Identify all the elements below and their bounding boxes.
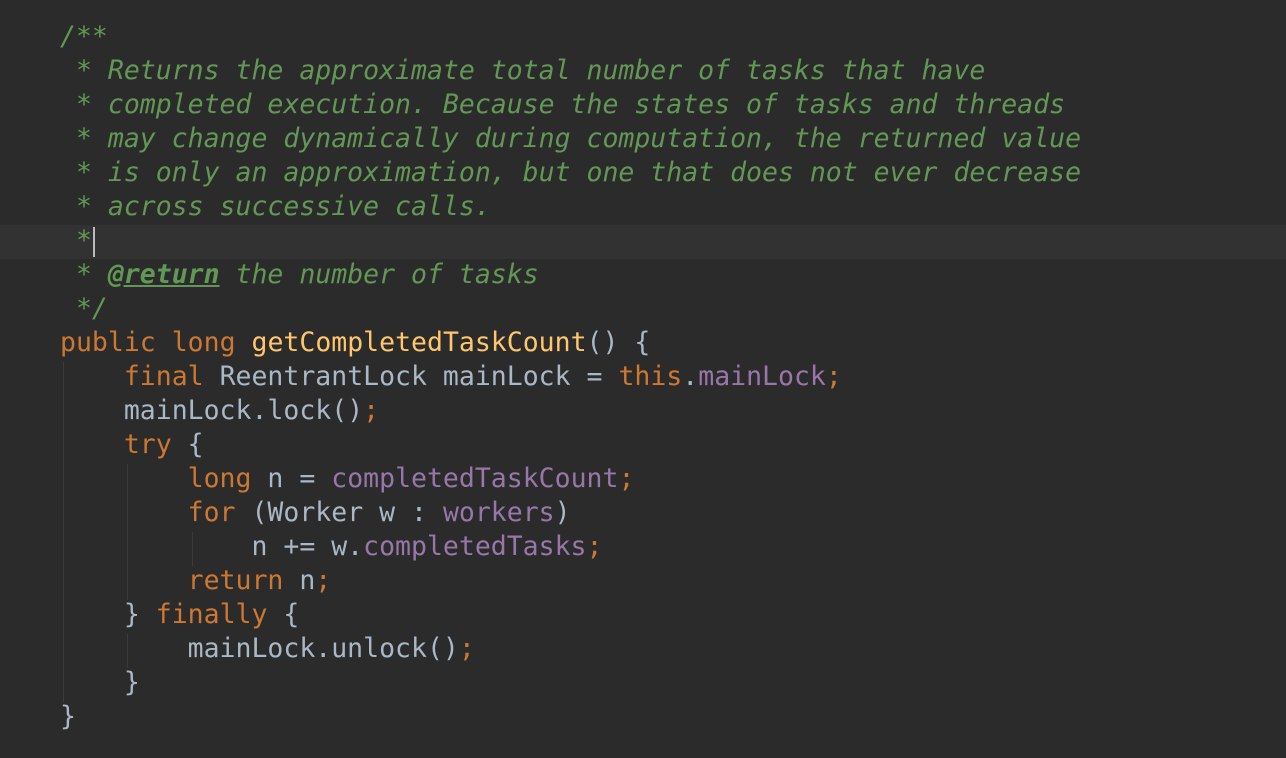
method-signature-rest: () { — [586, 327, 651, 358]
code-brace: } — [60, 701, 76, 732]
semicolon: ; — [458, 633, 475, 664]
semicolon: ; — [363, 395, 380, 426]
code-line: * is only an approximation, but one that… — [60, 156, 1081, 190]
semicolon: ; — [586, 531, 603, 562]
field-completedtasks[interactable]: completedTasks — [363, 531, 586, 562]
field-mainlock[interactable]: mainLock — [698, 361, 826, 392]
code-text: n — [283, 565, 316, 596]
code-text: (Worker w : — [235, 497, 443, 528]
keyword-this: this — [618, 361, 683, 392]
keyword-long: long — [171, 327, 236, 358]
doc-comment-text: * is only an approximation, but one that… — [60, 157, 1082, 188]
code-text: n += w. — [251, 531, 364, 562]
code-line: try { — [60, 428, 1081, 462]
doc-comment-open: /** — [60, 21, 108, 52]
code-line-current: * — [60, 224, 1081, 258]
code-brace: } — [123, 667, 140, 698]
doc-return-tag[interactable]: @return — [108, 259, 220, 290]
doc-comment-text: * Returns the approximate total number o… — [60, 55, 986, 86]
code-line: * @return the number of tasks — [60, 258, 1081, 292]
code-line: return n; — [60, 564, 1081, 598]
code-brace: } — [123, 599, 156, 630]
keyword-return: return — [187, 565, 284, 596]
code-line: } — [60, 700, 1081, 734]
keyword-for: for — [187, 497, 236, 528]
keyword-finally: finally — [155, 599, 268, 630]
code-brace: { — [267, 599, 300, 630]
code-line: * across successive calls. — [60, 190, 1081, 224]
keyword-public: public — [60, 327, 156, 358]
code-editor[interactable]: /** * Returns the approximate total numb… — [0, 0, 1286, 758]
code-brace: { — [171, 429, 204, 460]
code-line: * Returns the approximate total number o… — [60, 54, 1081, 88]
code-line: for (Worker w : workers) — [60, 496, 1081, 530]
text-caret — [92, 226, 95, 257]
code-text: n = — [251, 463, 332, 494]
doc-comment-empty: * — [60, 225, 92, 256]
code-text: mainLock.lock() — [123, 395, 364, 426]
code-line: long n = completedTaskCount; — [60, 462, 1081, 496]
field-workers[interactable]: workers — [443, 497, 555, 528]
code-line: } finally { — [60, 598, 1081, 632]
keyword-try: try — [123, 429, 172, 460]
code-line: */ — [60, 292, 1081, 326]
semicolon: ; — [825, 361, 842, 392]
code-line: * completed execution. Because the state… — [60, 88, 1081, 122]
doc-comment-close: */ — [60, 293, 108, 324]
doc-comment-text: * across successive calls. — [60, 191, 491, 222]
code-text: ReentrantLock mainLock = — [203, 361, 619, 392]
code-line: /** — [60, 20, 1081, 54]
code-line: } — [60, 666, 1081, 700]
doc-comment-text: * may change dynamically during computat… — [60, 123, 1082, 154]
semicolon: ; — [315, 565, 332, 596]
code-content[interactable]: /** * Returns the approximate total numb… — [60, 20, 1081, 734]
code-line: * may change dynamically during computat… — [60, 122, 1081, 156]
code-line: public long getCompletedTaskCount() { — [60, 326, 1081, 360]
code-line: mainLock.unlock(); — [60, 632, 1081, 666]
code-text: ) — [554, 497, 571, 528]
keyword-long: long — [187, 463, 252, 494]
field-completedtaskcount[interactable]: completedTaskCount — [331, 463, 618, 494]
code-line: final ReentrantLock mainLock = this.main… — [60, 360, 1081, 394]
doc-comment-text: * completed execution. Because the state… — [60, 89, 1066, 120]
doc-comment-prefix: * — [60, 259, 108, 290]
method-name[interactable]: getCompletedTaskCount — [252, 327, 587, 358]
code-text: mainLock.unlock() — [187, 633, 459, 664]
code-line: mainLock.lock(); — [60, 394, 1081, 428]
doc-return-text: the number of tasks — [219, 259, 539, 290]
keyword-final: final — [123, 361, 204, 392]
code-line: n += w.completedTasks; — [60, 530, 1081, 564]
code-dot: . — [682, 361, 699, 392]
semicolon: ; — [618, 463, 635, 494]
